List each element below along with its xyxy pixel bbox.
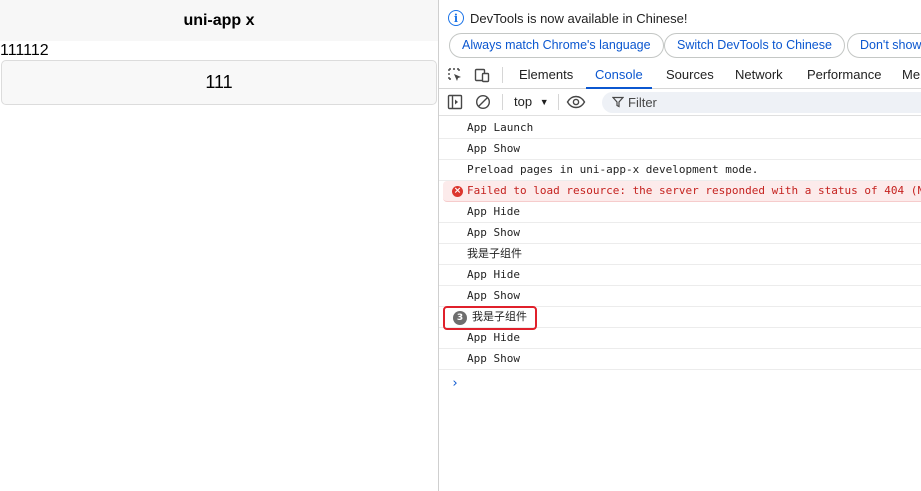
device-toolbar-icon[interactable] bbox=[474, 67, 490, 83]
error-icon: × bbox=[452, 186, 463, 197]
console-message-text: App Show bbox=[467, 289, 520, 302]
tab-elements[interactable]: Elements bbox=[519, 61, 573, 89]
tab-console[interactable]: Console bbox=[586, 61, 652, 89]
switch-to-chinese-button[interactable]: Switch DevTools to Chinese bbox=[664, 33, 845, 58]
console-log-row[interactable]: App Hide bbox=[439, 328, 921, 349]
sidebar-toggle-icon[interactable] bbox=[447, 94, 463, 110]
devtools-panel: i DevTools is now available in Chinese! … bbox=[439, 0, 921, 491]
toolbar-divider bbox=[502, 94, 503, 110]
console-message-text: App Hide bbox=[467, 331, 520, 344]
console-message-text: App Hide bbox=[467, 268, 520, 281]
console-prompt[interactable]: › bbox=[451, 376, 459, 391]
filter-icon bbox=[612, 96, 624, 108]
console-log-row[interactable]: App Show bbox=[439, 349, 921, 370]
app-text: 111112 bbox=[0, 42, 49, 59]
console-log-row[interactable]: App Show bbox=[439, 139, 921, 160]
dont-show-button[interactable]: Don't show bbox=[847, 33, 921, 58]
tab-performance[interactable]: Performance bbox=[807, 61, 881, 89]
app-nav-title: uni-app x bbox=[183, 11, 255, 29]
console-message-text: 我是子组件 bbox=[467, 247, 522, 260]
console-log-row[interactable]: App Hide bbox=[439, 202, 921, 223]
console-message-text: App Show bbox=[467, 352, 520, 365]
live-expression-eye-icon[interactable] bbox=[566, 94, 586, 110]
console-error-row[interactable]: × Failed to load resource: the server res… bbox=[443, 181, 921, 202]
console-log-row[interactable]: 我是子组件 bbox=[439, 244, 921, 265]
console-log-row[interactable]: Preload pages in uni-app-x development m… bbox=[439, 160, 921, 181]
console-message-text: App Show bbox=[467, 142, 520, 155]
console-message-text: App Hide bbox=[467, 205, 520, 218]
console-message-text: 我是子组件 bbox=[472, 310, 527, 323]
app-navigation-bar: uni-app x bbox=[0, 0, 438, 41]
context-selector-value: top bbox=[514, 94, 533, 109]
context-selector[interactable]: top ▼ bbox=[514, 94, 549, 109]
console-log-row[interactable]: App Show bbox=[439, 223, 921, 244]
console-message-text: Preload pages in uni-app-x development m… bbox=[467, 163, 759, 176]
clear-console-icon[interactable] bbox=[475, 94, 491, 110]
app-preview: uni-app x 111112 111 bbox=[0, 0, 438, 491]
tab-network[interactable]: Network bbox=[735, 61, 783, 89]
console-log-row[interactable]: App Launch bbox=[439, 118, 921, 139]
screen: uni-app x 111112 111 i DevTools is now a… bbox=[0, 0, 921, 491]
language-infobar: i DevTools is now available in Chinese! … bbox=[439, 0, 921, 61]
tab-sources[interactable]: Sources bbox=[666, 61, 714, 89]
app-button[interactable]: 111 bbox=[1, 60, 437, 105]
tabbar-divider bbox=[502, 67, 503, 83]
repeat-count-badge: 3 bbox=[453, 311, 467, 325]
inspect-element-icon[interactable] bbox=[447, 67, 463, 83]
console-messages: App Launch App Show Preload pages in uni-a… bbox=[439, 116, 921, 391]
console-log-row[interactable]: App Hide bbox=[439, 265, 921, 286]
console-toolbar: top ▼ Filter bbox=[439, 89, 921, 116]
info-icon: i bbox=[448, 10, 464, 26]
console-message-text: Failed to load resource: the server resp… bbox=[467, 184, 921, 197]
devtools-tabbar: Elements Console Sources Network Perform… bbox=[439, 61, 921, 89]
console-message-text: App Launch bbox=[467, 121, 534, 134]
always-match-language-button[interactable]: Always match Chrome's language bbox=[449, 33, 664, 58]
caret-down-icon: ▼ bbox=[539, 97, 549, 107]
console-message-text: App Show bbox=[467, 226, 520, 239]
tab-more[interactable]: Me bbox=[902, 61, 920, 89]
filter-input[interactable]: Filter bbox=[602, 92, 921, 113]
infobar-message: DevTools is now available in Chinese! bbox=[470, 11, 688, 26]
toolbar-divider bbox=[558, 94, 559, 110]
filter-placeholder: Filter bbox=[628, 95, 657, 110]
console-repeated-row[interactable]: 3 我是子组件 bbox=[439, 307, 921, 328]
console-log-row[interactable]: App Show bbox=[439, 286, 921, 307]
